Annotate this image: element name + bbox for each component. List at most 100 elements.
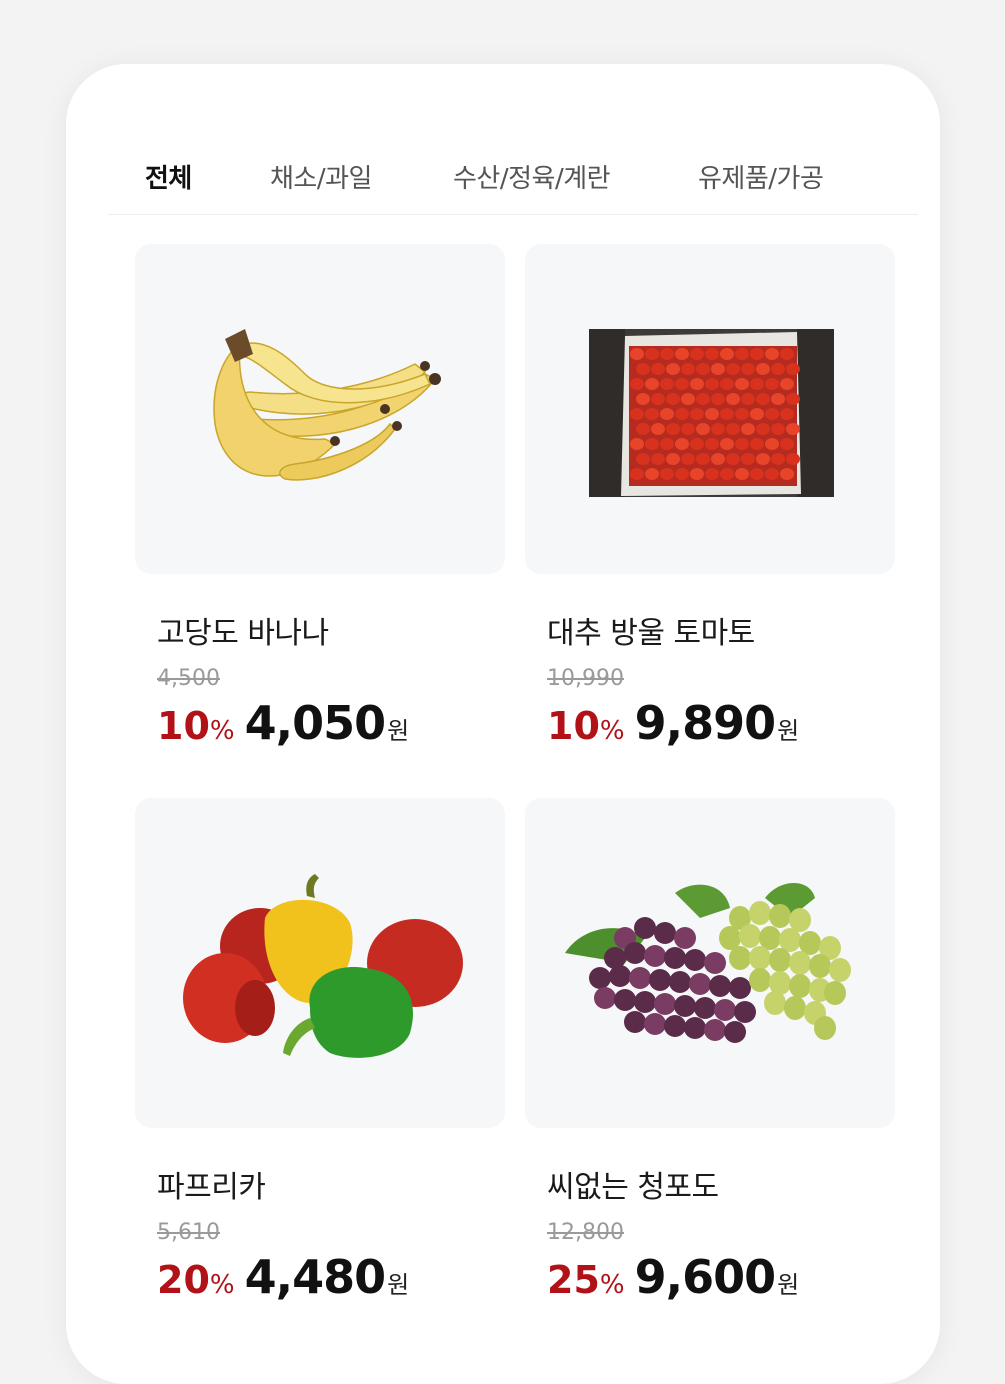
purple-grape	[724, 1021, 746, 1043]
tomato	[780, 438, 794, 450]
tab-vegetables-fruits[interactable]: 채소/과일	[270, 158, 372, 195]
purple-grape	[664, 947, 686, 969]
original-price: 4,500	[157, 666, 220, 691]
tomato	[711, 363, 725, 375]
tomato	[636, 363, 650, 375]
tomato	[750, 438, 764, 450]
product-card[interactable]: 씨없는 청포도 12,800 25% 9,600원	[525, 798, 895, 1304]
tomato	[696, 453, 710, 465]
green-grape	[829, 958, 851, 982]
green-grape	[729, 946, 751, 970]
bell-pepper-icon	[183, 874, 463, 1058]
tomato	[630, 378, 644, 390]
purple-grape	[624, 1011, 646, 1033]
percent-sign: %	[599, 716, 625, 746]
purple-grape	[594, 987, 616, 1009]
tomato	[720, 438, 734, 450]
purple-grape	[669, 971, 691, 993]
tomato	[756, 363, 770, 375]
tomato	[681, 363, 695, 375]
original-price: 5,610	[157, 1220, 220, 1245]
tomato	[720, 348, 734, 360]
tomato	[666, 393, 680, 405]
grapes-icon	[565, 883, 851, 1043]
tomato	[735, 438, 749, 450]
green-grape	[749, 946, 771, 970]
tomato	[681, 453, 695, 465]
discount-rate: 20	[157, 1258, 210, 1302]
tomato	[756, 453, 770, 465]
tomato	[756, 423, 770, 435]
product-image[interactable]	[135, 244, 505, 574]
tomato	[735, 378, 749, 390]
tomato	[780, 408, 794, 420]
product-image[interactable]	[525, 244, 895, 574]
product-name[interactable]: 대추 방울 토마토	[547, 608, 895, 652]
purple-grape	[654, 993, 676, 1015]
green-grape	[764, 991, 786, 1015]
purple-grape	[714, 999, 736, 1021]
green-grape	[784, 996, 806, 1020]
tomato	[771, 363, 785, 375]
tomato	[735, 348, 749, 360]
original-price: 12,800	[547, 1220, 624, 1245]
tomato	[630, 408, 644, 420]
tomato	[741, 453, 755, 465]
tomato	[720, 468, 734, 480]
sale-price: 4,480	[244, 1250, 387, 1304]
tomato	[711, 393, 725, 405]
tab-seafood-meat-eggs[interactable]: 수산/정육/계란	[453, 158, 611, 195]
tomato	[771, 453, 785, 465]
product-card[interactable]: 파프리카 5,610 20% 4,480원	[135, 798, 505, 1304]
product-image[interactable]	[135, 798, 505, 1128]
tomato	[690, 438, 704, 450]
tomato	[711, 453, 725, 465]
product-name[interactable]: 파프리카	[157, 1162, 505, 1206]
purple-grape	[589, 967, 611, 989]
tomato	[750, 348, 764, 360]
tomato	[696, 423, 710, 435]
product-card[interactable]: 고당도 바나나 4,500 10% 4,050원	[135, 244, 505, 750]
product-card[interactable]: 대추 방울 토마토 10,990 10% 9,890원	[525, 244, 895, 750]
purple-grape	[664, 1015, 686, 1037]
tomato	[750, 468, 764, 480]
tomato	[726, 423, 740, 435]
currency-unit: 원	[777, 717, 800, 745]
discount-rate: 25	[547, 1258, 600, 1302]
currency-unit: 원	[387, 1271, 410, 1299]
tomato	[666, 363, 680, 375]
product-image[interactable]	[525, 798, 895, 1128]
tomato	[741, 393, 755, 405]
tomato	[771, 423, 785, 435]
green-grape	[769, 904, 791, 928]
purple-grape	[634, 991, 656, 1013]
tomato	[750, 378, 764, 390]
tomato-box-icon	[589, 329, 834, 497]
tomato	[735, 468, 749, 480]
tomato	[756, 393, 770, 405]
product-name[interactable]: 고당도 바나나	[157, 608, 505, 652]
tomato	[630, 468, 644, 480]
tomato	[780, 348, 794, 360]
green-grape	[769, 948, 791, 972]
tomato	[660, 378, 674, 390]
tomato	[636, 453, 650, 465]
green-grape	[789, 974, 811, 998]
tomato	[780, 468, 794, 480]
tomato	[765, 468, 779, 480]
tomato	[645, 408, 659, 420]
purple-grape	[684, 1017, 706, 1039]
tomato	[735, 408, 749, 420]
purple-grape	[704, 952, 726, 974]
tab-dairy-processed[interactable]: 유제품/가공	[698, 158, 824, 195]
tomato	[675, 378, 689, 390]
purple-grape	[729, 977, 751, 999]
tomato	[636, 423, 650, 435]
tomato	[765, 438, 779, 450]
green-grape	[749, 968, 771, 992]
discount-rate: 10	[547, 704, 600, 748]
tomato	[786, 453, 800, 465]
tab-all[interactable]: 전체	[145, 158, 192, 195]
product-name[interactable]: 씨없는 청포도	[547, 1162, 895, 1206]
green-grape	[739, 924, 761, 948]
